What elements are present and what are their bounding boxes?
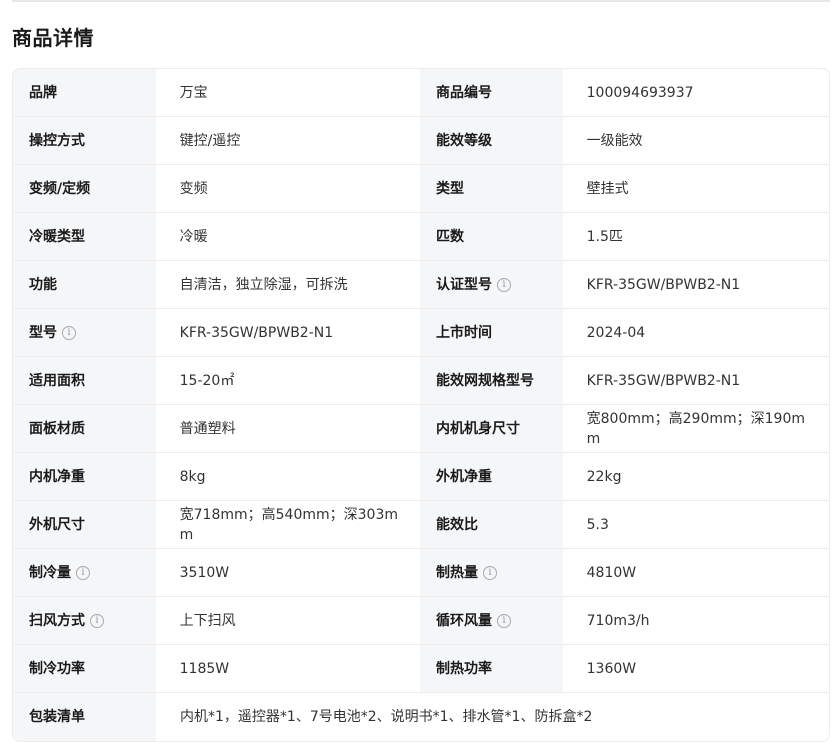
spec-row: 操控方式 键控/遥控 能效等级 一级能效 — [13, 117, 829, 165]
spec-label: 变频/定频 — [13, 165, 156, 212]
spec-label: 适用面积 — [13, 357, 156, 404]
spec-label-text: 制冷量 — [29, 564, 71, 581]
spec-value: 宽718mm；高540mm；深303mm — [179, 506, 398, 543]
spec-value: 一级能效 — [586, 132, 643, 149]
spec-value: KFR-35GW/BPWB2-N1 — [586, 276, 741, 293]
spec-label-text: 制热量 — [436, 564, 478, 581]
spec-value: 冷暖 — [179, 228, 208, 245]
spec-label: 操控方式 — [13, 117, 156, 164]
section-title: 商品详情 — [12, 26, 94, 50]
spec-label-with-info: 制热量 i — [420, 549, 563, 596]
spec-row: 功能 自清洁，独立除湿，可拆洗 认证型号 i KFR-35GW/BPWB2-N1 — [13, 261, 829, 309]
spec-row: 内机净重 8kg 外机净重 22kg — [13, 453, 829, 501]
spec-label: 能效等级 — [420, 117, 563, 164]
spec-label-text: 认证型号 — [436, 276, 492, 293]
info-icon[interactable]: i — [62, 325, 76, 340]
spec-label: 能效网规格型号 — [420, 357, 563, 404]
info-icon[interactable]: i — [76, 565, 90, 580]
spec-value: 15-20㎡ — [179, 372, 235, 389]
spec-value: 22kg — [586, 468, 622, 485]
spec-label-text: 型号 — [29, 324, 57, 341]
spec-row: 面板材质 普通塑料 内机机身尺寸 宽800mm；高290mm；深190mm — [13, 405, 829, 453]
spec-label-with-info: 扫风方式 i — [13, 597, 156, 644]
spec-label: 制热功率 — [420, 645, 563, 692]
info-icon[interactable]: i — [483, 565, 497, 580]
spec-row: 外机尺寸 宽718mm；高540mm；深303mm 能效比 5.3 — [13, 501, 829, 549]
spec-value: 宽800mm；高290mm；深190mm — [586, 410, 805, 447]
spec-value: 4810W — [586, 564, 637, 581]
spec-label: 冷暖类型 — [13, 213, 156, 260]
spec-label: 外机净重 — [420, 453, 563, 500]
spec-value: 1185W — [179, 660, 230, 677]
spec-value: 5.3 — [586, 516, 609, 533]
info-icon[interactable]: i — [497, 277, 511, 292]
spec-value: KFR-35GW/BPWB2-N1 — [586, 372, 741, 389]
spec-table: 品牌 万宝 商品编号 100094693937 操控方式 键控/遥控 能效等级 … — [12, 68, 830, 742]
spec-value: 710m3/h — [586, 612, 650, 629]
spec-value: 1360W — [586, 660, 637, 677]
spec-label-with-info: 认证型号 i — [420, 261, 563, 308]
spec-label: 类型 — [420, 165, 563, 212]
spec-value: 上下扫风 — [179, 612, 236, 629]
spec-label: 外机尺寸 — [13, 501, 156, 548]
spec-value: 壁挂式 — [586, 180, 629, 197]
spec-label-with-info: 型号 i — [13, 309, 156, 356]
info-icon[interactable]: i — [90, 613, 104, 628]
spec-row: 制冷功率 1185W 制热功率 1360W — [13, 645, 829, 693]
spec-label-text: 扫风方式 — [29, 612, 85, 629]
spec-label-with-info: 循环风量 i — [420, 597, 563, 644]
spec-value: 普通塑料 — [179, 420, 236, 437]
spec-row: 冷暖类型 冷暖 匹数 1.5匹 — [13, 213, 829, 261]
spec-value: 变频 — [179, 180, 208, 197]
info-icon[interactable]: i — [497, 613, 511, 628]
spec-label: 内机净重 — [13, 453, 156, 500]
spec-label: 面板材质 — [13, 405, 156, 452]
spec-value: 万宝 — [179, 84, 208, 101]
spec-row: 适用面积 15-20㎡ 能效网规格型号 KFR-35GW/BPWB2-N1 — [13, 357, 829, 405]
spec-row: 品牌 万宝 商品编号 100094693937 — [13, 69, 829, 117]
spec-value: 内机*1，遥控器*1、7号电池*2、说明书*1、排水管*1、防拆盒*2 — [180, 709, 593, 725]
spec-row: 型号 i KFR-35GW/BPWB2-N1 上市时间 2024-04 — [13, 309, 829, 357]
spec-row: 扫风方式 i 上下扫风 循环风量 i 710m3/h — [13, 597, 829, 645]
spec-value: KFR-35GW/BPWB2-N1 — [179, 324, 334, 341]
spec-value: 1.5匹 — [586, 228, 623, 245]
spec-label: 上市时间 — [420, 309, 563, 356]
spec-label: 匹数 — [420, 213, 563, 260]
spec-value: 自清洁，独立除湿，可拆洗 — [179, 276, 348, 293]
spec-value: 3510W — [179, 564, 230, 581]
spec-value: 2024-04 — [586, 324, 646, 341]
spec-label: 功能 — [13, 261, 156, 308]
spec-label-with-info: 制冷量 i — [13, 549, 156, 596]
spec-row: 变频/定频 变频 类型 壁挂式 — [13, 165, 829, 213]
spec-row-package: 包装清单 内机*1，遥控器*1、7号电池*2、说明书*1、排水管*1、防拆盒*2 — [13, 693, 829, 741]
spec-label: 内机机身尺寸 — [420, 405, 563, 452]
spec-label: 能效比 — [420, 501, 563, 548]
spec-row: 制冷量 i 3510W 制热量 i 4810W — [13, 549, 829, 597]
spec-value: 8kg — [179, 468, 206, 485]
top-divider — [12, 0, 830, 2]
spec-label: 商品编号 — [420, 69, 563, 116]
spec-label: 制冷功率 — [13, 645, 156, 692]
spec-label-text: 循环风量 — [436, 612, 492, 629]
spec-value: 键控/遥控 — [179, 132, 241, 149]
spec-value: 100094693937 — [586, 84, 694, 101]
spec-label: 包装清单 — [13, 693, 156, 741]
spec-label: 品牌 — [13, 69, 156, 116]
